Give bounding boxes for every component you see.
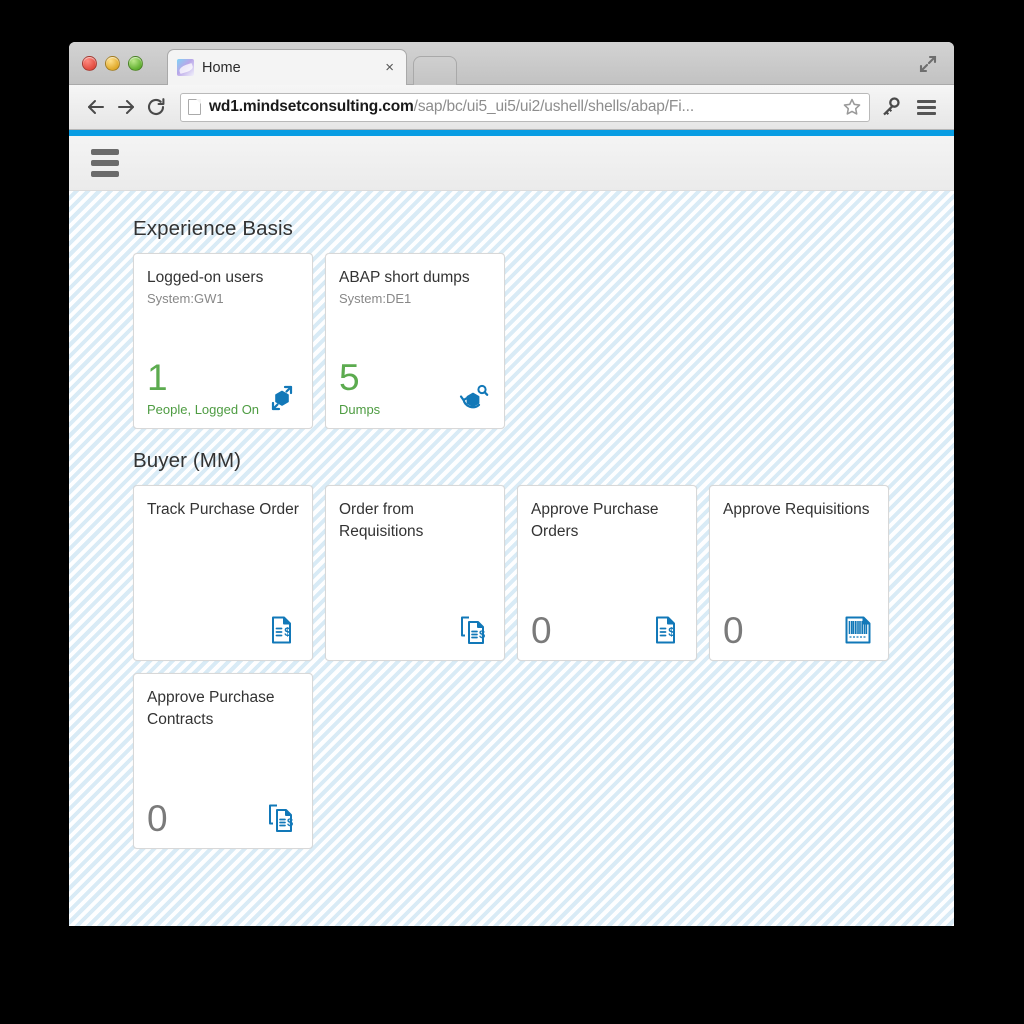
tile-unit: Dumps — [339, 402, 381, 417]
document-barcode-icon — [841, 613, 875, 647]
key-icon[interactable] — [874, 91, 906, 123]
tab-close-icon[interactable]: × — [382, 60, 397, 75]
maximize-window-button[interactable] — [128, 56, 143, 71]
tile-kpi: 0 — [723, 612, 744, 649]
tab-favicon-icon — [177, 59, 194, 76]
cube-sync-icon — [265, 381, 299, 415]
tile-title: Logged-on users — [147, 269, 264, 286]
tile-footer: 0 $ — [147, 800, 299, 837]
url-text: wd1.mindsetconsulting.com/sap/bc/ui5_ui5… — [209, 98, 836, 116]
tile-kpi: 0 — [147, 800, 168, 837]
hamburger-menu-icon[interactable] — [87, 145, 123, 181]
document-dollar-icon: $ — [649, 613, 683, 647]
tile-approve-purchase-orders[interactable]: Approve Purchase Orders 0 $ — [517, 485, 697, 661]
browser-menu-icon[interactable] — [910, 91, 942, 123]
tile-logged-on-users[interactable]: Logged-on users System:GW1 1 People, Log… — [133, 253, 313, 429]
fullscreen-icon[interactable] — [918, 54, 938, 74]
tile-body — [147, 521, 299, 613]
tile-footer: $ — [147, 613, 299, 649]
tile-header: Approve Purchase Contracts — [147, 687, 299, 732]
documents-copy-dollar-icon: $ — [265, 801, 299, 835]
tile-footer: 0 $ — [531, 612, 683, 649]
cube-search-icon — [457, 381, 491, 415]
tile-body — [147, 732, 299, 800]
tile-body — [531, 544, 683, 612]
tile-number: 0 — [147, 798, 168, 839]
tile-number: 5 — [339, 357, 360, 398]
tile-footer: 5 Dumps — [339, 359, 491, 417]
tile-header: Approve Purchase Orders — [531, 499, 683, 544]
address-bar[interactable]: wd1.mindsetconsulting.com/sap/bc/ui5_ui5… — [180, 92, 870, 122]
tile-title: Track Purchase Order — [147, 501, 299, 518]
document-dollar-icon: $ — [265, 613, 299, 647]
back-icon[interactable] — [81, 92, 111, 122]
group-title: Experience Basis — [133, 217, 293, 240]
new-tab-button[interactable] — [413, 56, 457, 85]
tile-subtitle: System:DE1 — [339, 291, 412, 307]
browser-tab[interactable]: Home × — [167, 49, 407, 85]
tile-body — [147, 306, 299, 359]
tile-header: Approve Requisitions — [723, 499, 875, 521]
tile-kpi: 0 — [531, 612, 552, 649]
tile-header: Track Purchase Order — [147, 499, 299, 521]
url-path: /sap/bc/ui5_ui5/ui2/ushell/shells/abap/F… — [413, 98, 694, 115]
tile-footer: 1 People, Logged On — [147, 359, 299, 417]
tile-approve-requisitions[interactable]: Approve Requisitions 0 — [709, 485, 889, 661]
browser-window: Home × wd1.mindsetconsulting.com/sap/bc/… — [69, 42, 954, 926]
svg-text:$: $ — [287, 817, 293, 829]
bookmark-star-icon[interactable] — [842, 97, 862, 117]
tile-number: 1 — [147, 357, 168, 398]
tile-title: Approve Purchase Orders — [531, 501, 659, 541]
tile-body — [339, 306, 491, 359]
svg-text:$: $ — [284, 625, 291, 639]
reload-icon[interactable] — [141, 92, 171, 122]
tile-group: Experience Basis Logged-on users System:… — [133, 217, 954, 429]
forward-icon[interactable] — [111, 92, 141, 122]
tile-body — [723, 521, 875, 612]
browser-tab-strip: Home × — [69, 42, 954, 85]
tile-title: Approve Requisitions — [723, 501, 870, 518]
tile-group: Buyer (MM) Track Purchase Order $ Order … — [133, 449, 954, 849]
browser-toolbar: wd1.mindsetconsulting.com/sap/bc/ui5_ui5… — [69, 85, 954, 130]
tile-title: Approve Purchase Contracts — [147, 689, 275, 729]
tile-track-purchase-order[interactable]: Track Purchase Order $ — [133, 485, 313, 661]
svg-text:$: $ — [668, 625, 675, 639]
tile-abap-short-dumps[interactable]: ABAP short dumps System:DE1 5 Dumps — [325, 253, 505, 429]
page-document-icon — [188, 99, 201, 115]
tile-number: 0 — [531, 610, 552, 651]
tile-body — [339, 544, 491, 613]
minimize-window-button[interactable] — [105, 56, 120, 71]
tile-kpi: 5 Dumps — [339, 359, 380, 417]
launchpad-canvas: Experience Basis Logged-on users System:… — [69, 191, 954, 926]
tile-approve-purchase-contracts[interactable]: Approve Purchase Contracts 0 $ — [133, 673, 313, 849]
tile-number: 0 — [723, 610, 744, 651]
tile-header: Order from Requisitions — [339, 499, 491, 544]
url-host: wd1.mindsetconsulting.com — [209, 98, 414, 115]
tile-order-from-requisitions[interactable]: Order from Requisitions $ — [325, 485, 505, 661]
tile-unit: People, Logged On — [147, 402, 260, 417]
tile-title: Order from Requisitions — [339, 501, 424, 541]
shell-header — [69, 136, 954, 191]
group-title: Buyer (MM) — [133, 449, 242, 472]
tile-title: ABAP short dumps — [339, 269, 470, 286]
tile-footer: 0 — [723, 612, 875, 649]
documents-copy-dollar-icon: $ — [457, 613, 491, 647]
tile-row: Track Purchase Order $ Order from Requis… — [133, 485, 933, 849]
tile-header: ABAP short dumps System:DE1 — [339, 267, 491, 306]
tile-footer: $ — [339, 613, 491, 649]
tile-header: Logged-on users System:GW1 — [147, 267, 299, 306]
tab-title: Home — [202, 59, 241, 76]
tile-subtitle: System:GW1 — [147, 291, 224, 307]
tile-kpi: 1 People, Logged On — [147, 359, 259, 417]
window-controls — [82, 56, 143, 71]
close-window-button[interactable] — [82, 56, 97, 71]
svg-text:$: $ — [479, 629, 485, 641]
tile-row: Logged-on users System:GW1 1 People, Log… — [133, 253, 933, 429]
